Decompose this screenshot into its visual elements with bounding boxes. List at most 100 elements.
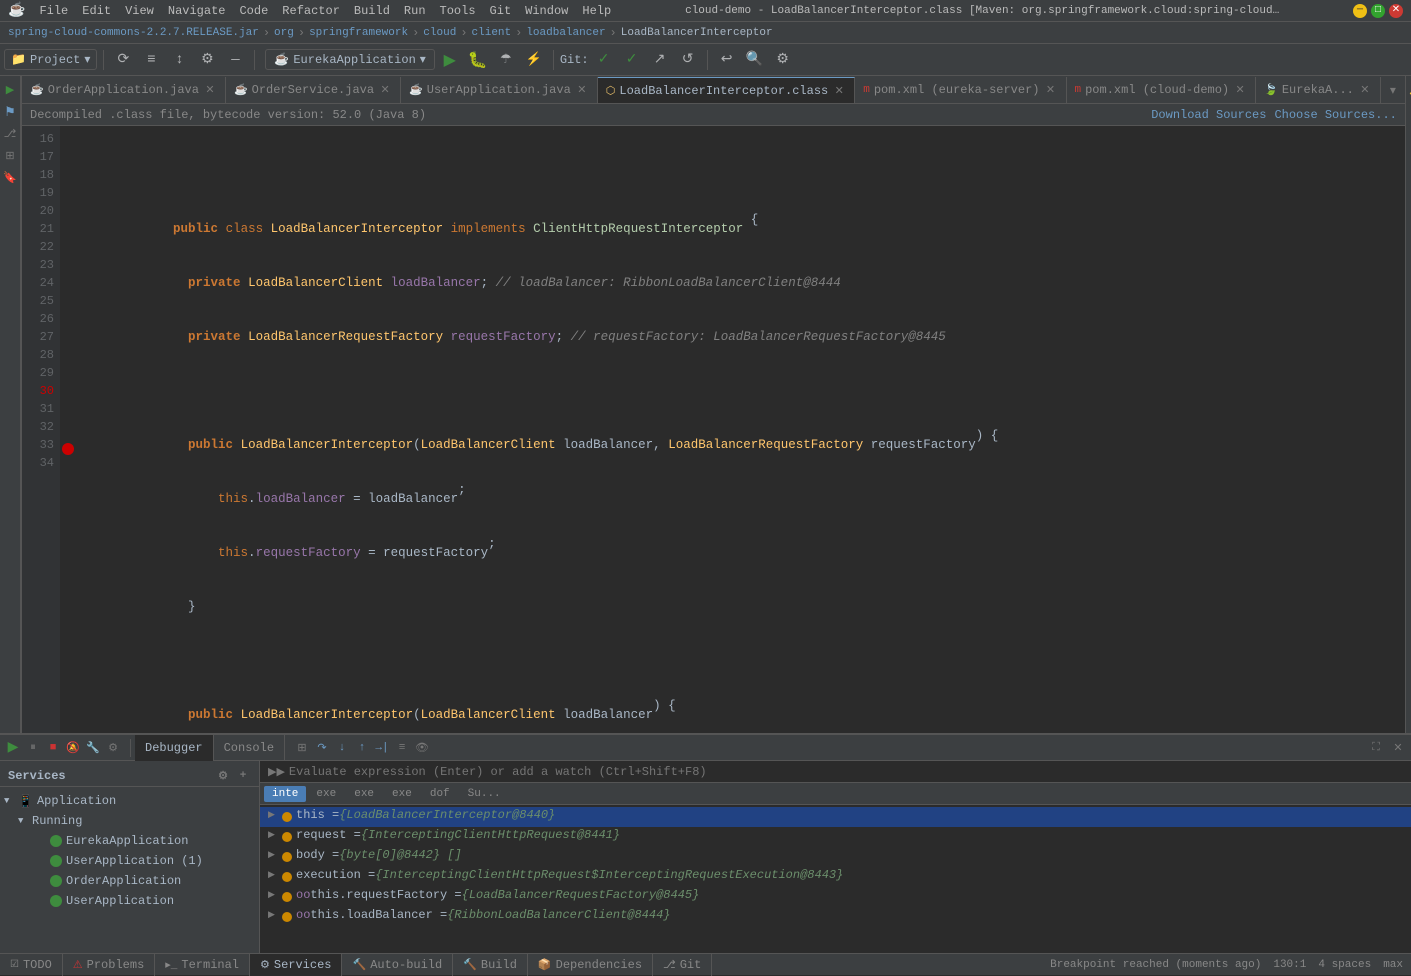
- dbg-request-factory[interactable]: ▶ oo this.requestFactory = {LoadBalancer…: [260, 887, 1411, 907]
- svc-application-group[interactable]: ▼ 📱 Application: [0, 791, 259, 811]
- dbg-load-balancer[interactable]: ▶ oo this.loadBalancer = {RibbonLoadBala…: [260, 907, 1411, 927]
- frame-dof-btn[interactable]: dof: [422, 786, 458, 802]
- tab-order-application[interactable]: ☕ OrderApplication.java ✕: [22, 77, 226, 103]
- dbg-this[interactable]: ▶ this = {LoadBalancerInterceptor@8440}: [260, 807, 1411, 827]
- autoscroll-btn[interactable]: ↕: [166, 47, 192, 73]
- eureka-dropdown[interactable]: ☕ EurekaApplication ▾: [265, 49, 434, 70]
- sidebar-structure-icon[interactable]: ⊞: [0, 146, 20, 166]
- tab-git[interactable]: ⎇ Git: [653, 954, 712, 976]
- git-check2-btn[interactable]: ✓: [619, 47, 645, 73]
- settings2-btn[interactable]: ⚙: [770, 47, 796, 73]
- sidebar-bookmark-icon[interactable]: 🔖: [0, 168, 20, 188]
- sidebar-debug-icon[interactable]: ⚑: [0, 102, 20, 122]
- tab-close-icon[interactable]: ✕: [575, 83, 589, 97]
- close-btn[interactable]: ✕: [1389, 4, 1403, 18]
- menu-tools[interactable]: Tools: [434, 3, 482, 19]
- download-sources-button[interactable]: Download Sources: [1151, 108, 1266, 122]
- debug-pause-icon[interactable]: ⏸: [24, 739, 42, 757]
- menu-build[interactable]: Build: [348, 3, 396, 19]
- frame-exe2-btn[interactable]: exe: [346, 786, 382, 802]
- tab-close-icon[interactable]: ✕: [378, 83, 392, 97]
- svc-running-group[interactable]: ▼ Running: [0, 811, 259, 831]
- menu-help[interactable]: Help: [576, 3, 617, 19]
- svc-user-app2[interactable]: ▶ UserApplication: [0, 891, 259, 911]
- tab-dependencies[interactable]: 📦 Dependencies: [528, 954, 653, 976]
- settings-btn[interactable]: ⚙: [194, 47, 220, 73]
- profile-btn[interactable]: ⚡: [521, 47, 547, 73]
- minimize-btn[interactable]: ─: [1353, 4, 1367, 18]
- svc-user-app1[interactable]: ▶ UserApplication (1): [0, 851, 259, 871]
- dbg-execution[interactable]: ▶ execution = {InterceptingClientHttpReq…: [260, 867, 1411, 887]
- debug-run-icon[interactable]: ▶: [4, 739, 22, 757]
- git-history-btn[interactable]: ↺: [675, 47, 701, 73]
- tab-terminal[interactable]: ▸_ Terminal: [155, 954, 250, 976]
- debug-mute-icon[interactable]: 🔕: [64, 739, 82, 757]
- collapse-all-btn[interactable]: ≡: [138, 47, 164, 73]
- svc-gear-icon[interactable]: ⚙: [215, 768, 231, 784]
- menu-navigate[interactable]: Navigate: [162, 3, 232, 19]
- breadcrumb-springframework[interactable]: springframework: [309, 27, 408, 39]
- menu-window[interactable]: Window: [519, 3, 574, 19]
- svc-eureka-app[interactable]: ▶ EurekaApplication: [0, 831, 259, 851]
- svc-add-icon[interactable]: +: [235, 768, 251, 784]
- close-panel-icon[interactable]: ✕: [1389, 739, 1407, 757]
- breadcrumb-class[interactable]: LoadBalancerInterceptor: [621, 27, 773, 39]
- more-tabs-btn[interactable]: ▾: [1381, 77, 1405, 103]
- sidebar-git-icon[interactable]: ⎇: [0, 124, 20, 144]
- menu-run[interactable]: Run: [398, 3, 432, 19]
- tab-pom-cloud[interactable]: m pom.xml (cloud-demo) ✕: [1067, 77, 1257, 103]
- tab-services[interactable]: ⚙ Services: [250, 954, 342, 976]
- step-into-icon[interactable]: ↓: [333, 739, 351, 757]
- tab-close-icon[interactable]: ✕: [203, 83, 217, 97]
- menu-code[interactable]: Code: [233, 3, 274, 19]
- tab-auto-build[interactable]: 🔨 Auto-build: [342, 954, 453, 976]
- maximize-btn[interactable]: □: [1371, 4, 1385, 18]
- debug-stop-icon[interactable]: ■: [44, 739, 62, 757]
- menu-file[interactable]: File: [33, 3, 74, 19]
- choose-sources-button[interactable]: Choose Sources...: [1274, 108, 1396, 122]
- undo-btn[interactable]: ↩: [714, 47, 740, 73]
- sidebar-notifications-icon[interactable]: 🔔: [1406, 80, 1411, 100]
- menu-refactor[interactable]: Refactor: [276, 3, 346, 19]
- tab-todo[interactable]: ☑ TODO: [0, 954, 63, 976]
- menu-git[interactable]: Git: [484, 3, 518, 19]
- git-arrow-btn[interactable]: ↗: [647, 47, 673, 73]
- run-btn[interactable]: ▶: [437, 47, 463, 73]
- tab-close-icon[interactable]: ✕: [1358, 83, 1372, 97]
- step-over-icon[interactable]: ↷: [313, 739, 331, 757]
- sync-btn[interactable]: ⟳: [110, 47, 136, 73]
- window-controls[interactable]: ─ □ ✕: [1353, 4, 1403, 18]
- maximize-panel-icon[interactable]: ⛶: [1367, 739, 1385, 757]
- breadcrumb-client[interactable]: client: [472, 27, 512, 39]
- menu-view[interactable]: View: [119, 3, 160, 19]
- tab-problems[interactable]: ⚠ Problems: [63, 954, 155, 976]
- debug-btn[interactable]: 🐛: [465, 47, 491, 73]
- evaluate-icon[interactable]: ≡: [393, 739, 411, 757]
- breadcrumb-org[interactable]: org: [274, 27, 294, 39]
- dbg-request[interactable]: ▶ request = {InterceptingClientHttpReque…: [260, 827, 1411, 847]
- tab-close-icon[interactable]: ✕: [1233, 83, 1247, 97]
- expression-input[interactable]: [289, 765, 1403, 779]
- project-dropdown[interactable]: 📁 Project ▾: [4, 49, 97, 70]
- debug-settings-icon[interactable]: ⚙: [104, 739, 122, 757]
- layout-icon[interactable]: ⊞: [293, 739, 311, 757]
- tab-order-service[interactable]: ☕ OrderService.java ✕: [226, 77, 401, 103]
- git-check-btn[interactable]: ✓: [591, 47, 617, 73]
- tab-user-application[interactable]: ☕ UserApplication.java ✕: [401, 77, 598, 103]
- svc-order-app[interactable]: ▶ OrderApplication: [0, 871, 259, 891]
- tab-loadbalancer[interactable]: ⬡ LoadBalancerInterceptor.class ✕: [598, 77, 855, 103]
- watch-icon[interactable]: 👁: [413, 739, 431, 757]
- breadcrumb-cloud[interactable]: cloud: [423, 27, 456, 39]
- spaces-indicator[interactable]: 4 spaces: [1318, 959, 1371, 971]
- run-to-cursor-icon[interactable]: →|: [373, 739, 391, 757]
- breadcrumb-jar[interactable]: spring-cloud-commons-2.2.7.RELEASE.jar: [8, 27, 259, 39]
- dbg-body[interactable]: ▶ body = {byte[0]@8442} []: [260, 847, 1411, 867]
- frame-inte-btn[interactable]: inte: [264, 786, 306, 802]
- tab-close-icon[interactable]: ✕: [832, 84, 846, 98]
- step-out-icon[interactable]: ↑: [353, 739, 371, 757]
- tab-eureka[interactable]: 🍃 EurekaA... ✕: [1256, 77, 1381, 103]
- debug-filter-icon[interactable]: 🔧: [84, 739, 102, 757]
- menu-edit[interactable]: Edit: [76, 3, 117, 19]
- debugger-tab[interactable]: Debugger: [135, 735, 214, 761]
- tab-pom-eureka[interactable]: m pom.xml (eureka-server) ✕: [855, 77, 1066, 103]
